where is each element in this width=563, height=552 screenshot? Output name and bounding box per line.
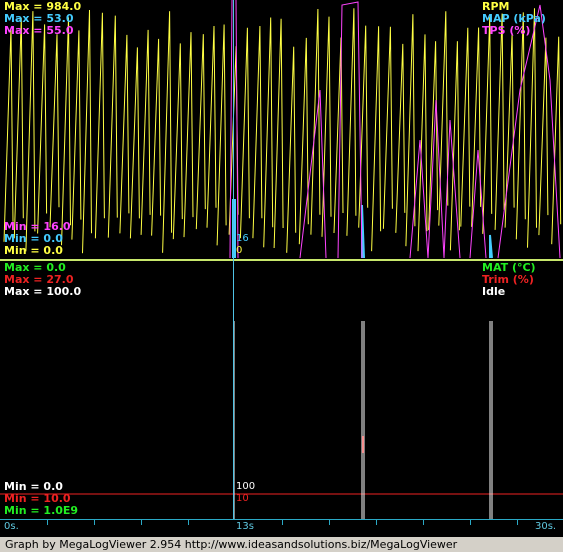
status-footer: Graph by MegaLogViewer 2.954 http://www.… [0,537,563,552]
idle-trace [233,321,493,519]
idle-max-label: Max = 100.0 [4,285,82,298]
time-tick [141,520,142,525]
time-tick [329,520,330,525]
time-end-label: 30s. [535,521,557,532]
time-tick [423,520,424,525]
cursor-value-rpm: 0 [236,245,243,256]
cursor-value-trim: 10 [236,493,249,504]
rpm-trace [3,8,562,254]
mat-min-label: Min = 1.0E9 [4,504,79,517]
lower-traces [0,321,563,519]
time-axis[interactable]: 0s. 13s 30s. [0,519,563,537]
rpm-min-label: Min = 0.0 [4,244,63,257]
cursor-value-map: 16 [236,233,249,244]
time-tick [470,520,471,525]
cursor-value-idle: 100 [236,481,256,492]
time-start-label: 0s. [4,521,19,532]
time-tick [517,520,518,525]
map-trace [232,199,493,259]
upper-traces [3,0,562,259]
footer-credit-text: Graph by MegaLogViewer 2.954 http://www.… [5,538,458,551]
tps-max-label: Max = 55.0 [4,24,74,37]
time-tick [282,520,283,525]
time-tick [376,520,377,525]
upper-graph-panel[interactable]: Max = 984.0 Max = 53.0 Max = 55.0 Min = … [0,0,563,260]
legend-tps: TPS (%) [482,24,531,37]
time-tick [94,520,95,525]
lower-graph-panel[interactable]: Max = 0.0 Max = 27.0 Max = 100.0 Min = 0… [0,261,563,519]
tps-trace [229,0,561,259]
time-cursor-line[interactable] [233,0,234,519]
time-cursor-label: 13s [236,521,254,532]
legend-idle: Idle [482,285,506,298]
time-tick [47,520,48,525]
time-tick [188,520,189,525]
log-viewer-graph[interactable]: Max = 984.0 Max = 53.0 Max = 55.0 Min = … [0,0,563,552]
